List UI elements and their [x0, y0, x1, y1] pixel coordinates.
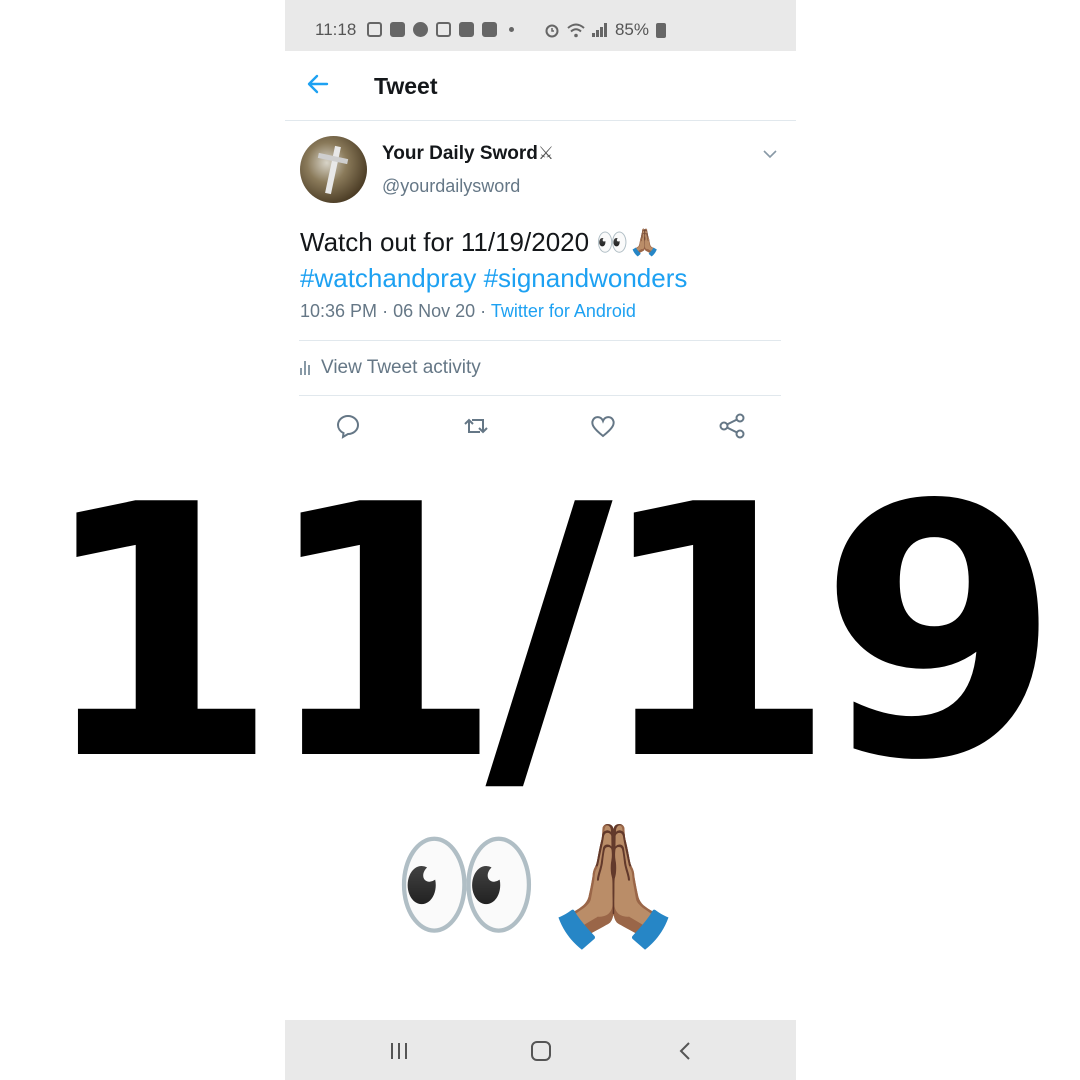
meta-separator: ·: [382, 301, 394, 321]
alarm-icon: [545, 24, 559, 38]
display-name-text: Your Daily Sword: [382, 143, 538, 164]
recent-apps-button[interactable]: [384, 1036, 414, 1066]
activity-bars-icon: [300, 361, 312, 375]
notification-icons: [367, 22, 514, 37]
status-time: 11:18: [315, 20, 357, 39]
crossed-swords-icon: ⚔: [537, 143, 555, 163]
divider: [299, 340, 781, 341]
back-arrow-button[interactable]: [305, 71, 335, 101]
hashtag-signandwonders[interactable]: #signandwonders: [484, 263, 688, 293]
page-title: Tweet: [374, 73, 438, 99]
more-options-button[interactable]: [763, 146, 777, 164]
back-icon: [679, 1042, 690, 1060]
facebook-icon: [413, 22, 428, 37]
home-icon: [531, 1041, 551, 1061]
big-date-caption: 11/19: [37, 432, 1061, 837]
display-name[interactable]: Your Daily Sword⚔: [382, 143, 554, 165]
youtube-icon: [459, 22, 474, 37]
avatar[interactable]: [300, 136, 367, 203]
battery-percent: 85%: [614, 20, 649, 39]
tweet-time: 10:36 PM: [300, 301, 378, 321]
tweet-source-link[interactable]: Twitter for Android: [491, 301, 636, 321]
meta-separator: ·: [480, 301, 491, 321]
tweet-text: Watch out for 11/19/2020 👀🙏🏽 #watchandpr…: [300, 224, 780, 296]
notification-icon: [367, 22, 382, 37]
tweet-text-line: Watch out for 11/19/2020 👀🙏🏽: [300, 227, 662, 257]
status-bar: 11:18 85%: [285, 0, 796, 51]
back-button[interactable]: [670, 1036, 700, 1066]
message-icon: [390, 22, 405, 37]
divider: [299, 395, 781, 396]
phone-screen: 11:18 85% Tweet Your Daily Sword⚔ @yourd…: [285, 0, 796, 460]
android-nav-bar: [285, 1020, 796, 1080]
activity-label: View Tweet activity: [321, 357, 481, 378]
calendar-7-icon: [482, 22, 497, 37]
eyes-praying-hands-emoji: 👀🙏🏽: [393, 819, 687, 951]
view-tweet-activity-button[interactable]: View Tweet activity: [300, 357, 481, 379]
signal-icon: [591, 23, 608, 37]
recent-apps-icon: [391, 1043, 407, 1059]
calendar-icon: [436, 22, 451, 37]
system-status-icons: 85%: [544, 20, 666, 40]
sword-image: [325, 145, 341, 195]
dot-icon: [509, 27, 514, 32]
arrow-left-icon: [307, 74, 329, 94]
wifi-icon: [567, 23, 585, 37]
hashtag-line: #watchandpray #signandwonders: [300, 260, 780, 296]
hashtag-watchandpray[interactable]: #watchandpray: [300, 263, 476, 293]
tweet-meta: 10:36 PM · 06 Nov 20 · Twitter for Andro…: [300, 301, 636, 322]
app-header: Tweet: [285, 51, 796, 121]
user-handle[interactable]: @yourdailysword: [382, 176, 520, 197]
battery-icon: [656, 22, 666, 38]
home-button[interactable]: [526, 1036, 556, 1066]
chevron-down-icon: [763, 150, 777, 159]
tweet-date: 06 Nov 20: [393, 301, 476, 321]
